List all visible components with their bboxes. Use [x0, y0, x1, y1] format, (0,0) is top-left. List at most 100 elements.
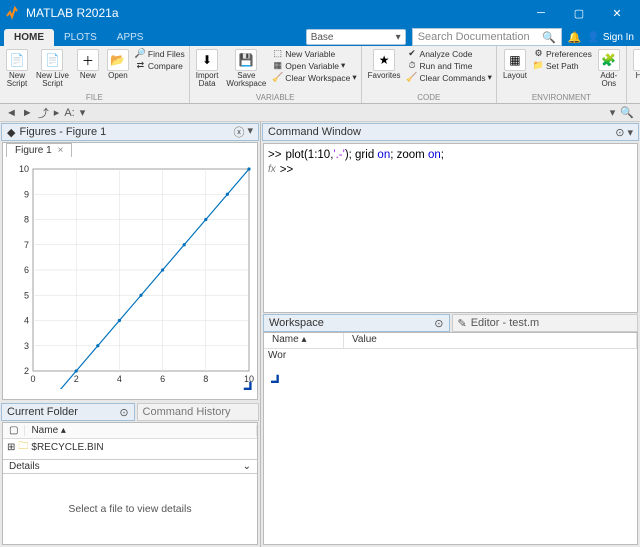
workspace-scope-combo[interactable]: Base ▾ [306, 29, 406, 45]
layout-button[interactable]: ▦Layout [501, 48, 529, 81]
new-variable-button[interactable]: ⬚New Variable [272, 48, 356, 59]
details-placeholder: Select a file to view details [68, 503, 191, 515]
pin-icon[interactable]: ⊙ [615, 126, 624, 139]
workspace-truncated-label: Wor [264, 349, 637, 362]
current-folder-panel: ▢ Name ▴ ⊞ 🗀 $RECYCLE.BIN Details ⌄ Sele… [2, 422, 258, 545]
new-script-button[interactable]: 📄New Script [4, 48, 30, 90]
set-path-button[interactable]: 📁Set Path [533, 60, 592, 71]
clear-workspace-button[interactable]: 🧹Clear Workspace ▾ [272, 72, 356, 83]
find-files-icon: 🔎 [135, 48, 146, 59]
editor-title[interactable]: ✎ Editor - test.m [452, 314, 639, 332]
path-separator-icon: ▸ [54, 106, 60, 119]
analyze-code-button[interactable]: ✔Analyze Code [407, 48, 492, 59]
nav-fwd-button[interactable]: ► [22, 107, 33, 119]
svg-text:2: 2 [24, 366, 29, 376]
close-icon[interactable]: ⓧ [233, 124, 244, 140]
figure-tab-label: Figure 1 [15, 145, 52, 156]
new-button[interactable]: ＋New [75, 48, 101, 81]
nav-back-button[interactable]: ◄ [6, 107, 17, 119]
chevron-down-icon[interactable]: ▾ [247, 124, 253, 140]
bracket-icon: ⌟ [270, 361, 280, 387]
preferences-button[interactable]: ⚙Preferences [533, 48, 592, 59]
chevron-down-icon[interactable]: ▾ [80, 106, 86, 119]
svg-text:10: 10 [19, 164, 29, 174]
search-icon: 🔍 [542, 31, 556, 44]
folder-row[interactable]: ⊞ 🗀 $RECYCLE.BIN [3, 439, 257, 455]
compare-button[interactable]: ⇄Compare [135, 60, 185, 71]
details-body: Select a file to view details [3, 474, 257, 544]
new-icon: ＋ [77, 49, 99, 71]
import-data-button[interactable]: ⬇Import Data [194, 48, 221, 90]
col-name[interactable]: Name ▴ [25, 425, 257, 436]
figures-title-text: Figures - Figure 1 [19, 126, 106, 138]
user-icon: 👤 [587, 32, 599, 43]
open-variable-icon: ▦ [272, 60, 283, 71]
bell-icon[interactable]: 🔔 [568, 31, 582, 44]
tab-home[interactable]: HOME [4, 29, 54, 46]
figure-axes[interactable]: 02468102345678910 ⌟ [7, 161, 253, 392]
command-window-title[interactable]: Command Window ⊙▾ [262, 123, 639, 141]
folder-name: $RECYCLE.BIN [31, 442, 103, 453]
group-label-variable: VARIABLE [194, 93, 357, 102]
details-header[interactable]: Details ⌄ [3, 459, 257, 474]
help-icon: ? [633, 49, 640, 71]
expand-icon[interactable]: ⊞ [7, 442, 15, 453]
chevron-down-icon[interactable]: ▾ [627, 126, 633, 139]
open-button[interactable]: 📂Open [105, 48, 131, 81]
add-ons-button[interactable]: 🧩Add-Ons [596, 48, 622, 90]
new-live-script-button[interactable]: 📄New Live Script [34, 48, 71, 90]
current-folder-title[interactable]: Current Folder ⊙ [1, 403, 135, 421]
minimize-button[interactable]: ─ [522, 0, 560, 26]
prompt: >> [280, 163, 293, 178]
nav-up-button[interactable]: ⤴ [38, 105, 49, 121]
search-icon[interactable]: 🔍 [620, 106, 634, 119]
find-files-button[interactable]: 🔎Find Files [135, 48, 185, 59]
new-script-icon: 📄 [6, 49, 28, 71]
favorites-button[interactable]: ★Favorites [366, 48, 403, 81]
sign-in-button[interactable]: 👤 Sign In [587, 32, 634, 43]
open-variable-button[interactable]: ▦Open Variable ▾ [272, 60, 356, 71]
close-icon[interactable]: × [57, 145, 63, 156]
code-segment: plot(1:10,'.-'); grid on; zoom on; [285, 148, 444, 163]
command-window-label: Command Window [268, 126, 361, 138]
pin-icon[interactable]: ⊙ [434, 317, 443, 330]
favorites-icon: ★ [373, 49, 395, 71]
maximize-button[interactable]: ▢ [560, 0, 598, 26]
group-label-file: FILE [4, 93, 185, 102]
chevron-down-icon: ⌄ [243, 461, 251, 472]
path-text[interactable]: A: [64, 107, 74, 119]
save-workspace-button[interactable]: 💾Save Workspace [224, 48, 268, 90]
path-icon: 📁 [533, 60, 544, 71]
group-label-code: CODE [366, 93, 492, 102]
tab-apps[interactable]: APPS [107, 29, 154, 46]
svg-text:6: 6 [160, 374, 165, 384]
pin-icon[interactable]: ⊙ [119, 406, 128, 419]
toolstrip: 📄New Script 📄New Live Script ＋New 📂Open … [0, 46, 640, 104]
command-window-text[interactable]: >> plot(1:10,'.-'); grid on; zoom on; fx… [264, 144, 637, 182]
fx-icon[interactable]: fx [268, 163, 276, 178]
address-bar: ◄ ► ⤴ ▸ A: ▾ ▾ 🔍 [0, 104, 640, 122]
command-history-title[interactable]: Command History [137, 403, 259, 421]
tab-plots[interactable]: PLOTS [54, 29, 107, 46]
prompt: >> [268, 148, 281, 163]
editor-icon: ✎ [458, 317, 467, 330]
run-and-time-button[interactable]: ⏱Run and Time [407, 60, 492, 71]
group-variable: ⬇Import Data 💾Save Workspace ⬚New Variab… [190, 46, 362, 103]
svg-text:6: 6 [24, 265, 29, 275]
col-name[interactable]: Name ▴ [264, 333, 344, 348]
col-value[interactable]: Value [344, 333, 637, 348]
col-icon[interactable]: ▢ [3, 425, 25, 436]
workspace-panel: Name ▴ Value Wor ⌟ [263, 332, 638, 545]
workspace-title[interactable]: Workspace ⊙ [263, 314, 450, 332]
search-documentation-input[interactable]: Search Documentation 🔍 [412, 28, 562, 46]
clear-commands-button[interactable]: 🧹Clear Commands ▾ [407, 72, 492, 83]
new-live-script-icon: 📄 [41, 49, 63, 71]
figures-title[interactable]: ◆ Figures - Figure 1 ⓧ▾ [1, 123, 259, 141]
command-window[interactable]: >> plot(1:10,'.-'); grid on; zoom on; fx… [263, 143, 638, 313]
matlab-icon: ◆ [7, 126, 15, 139]
figure-tab[interactable]: Figure 1 × [6, 143, 72, 157]
help-button[interactable]: ?Help [631, 48, 640, 81]
addons-icon: 🧩 [598, 49, 620, 71]
dock: ◆ Figures - Figure 1 ⓧ▾ Figure 1 × 02468… [0, 122, 640, 547]
close-button[interactable]: ✕ [598, 0, 636, 26]
